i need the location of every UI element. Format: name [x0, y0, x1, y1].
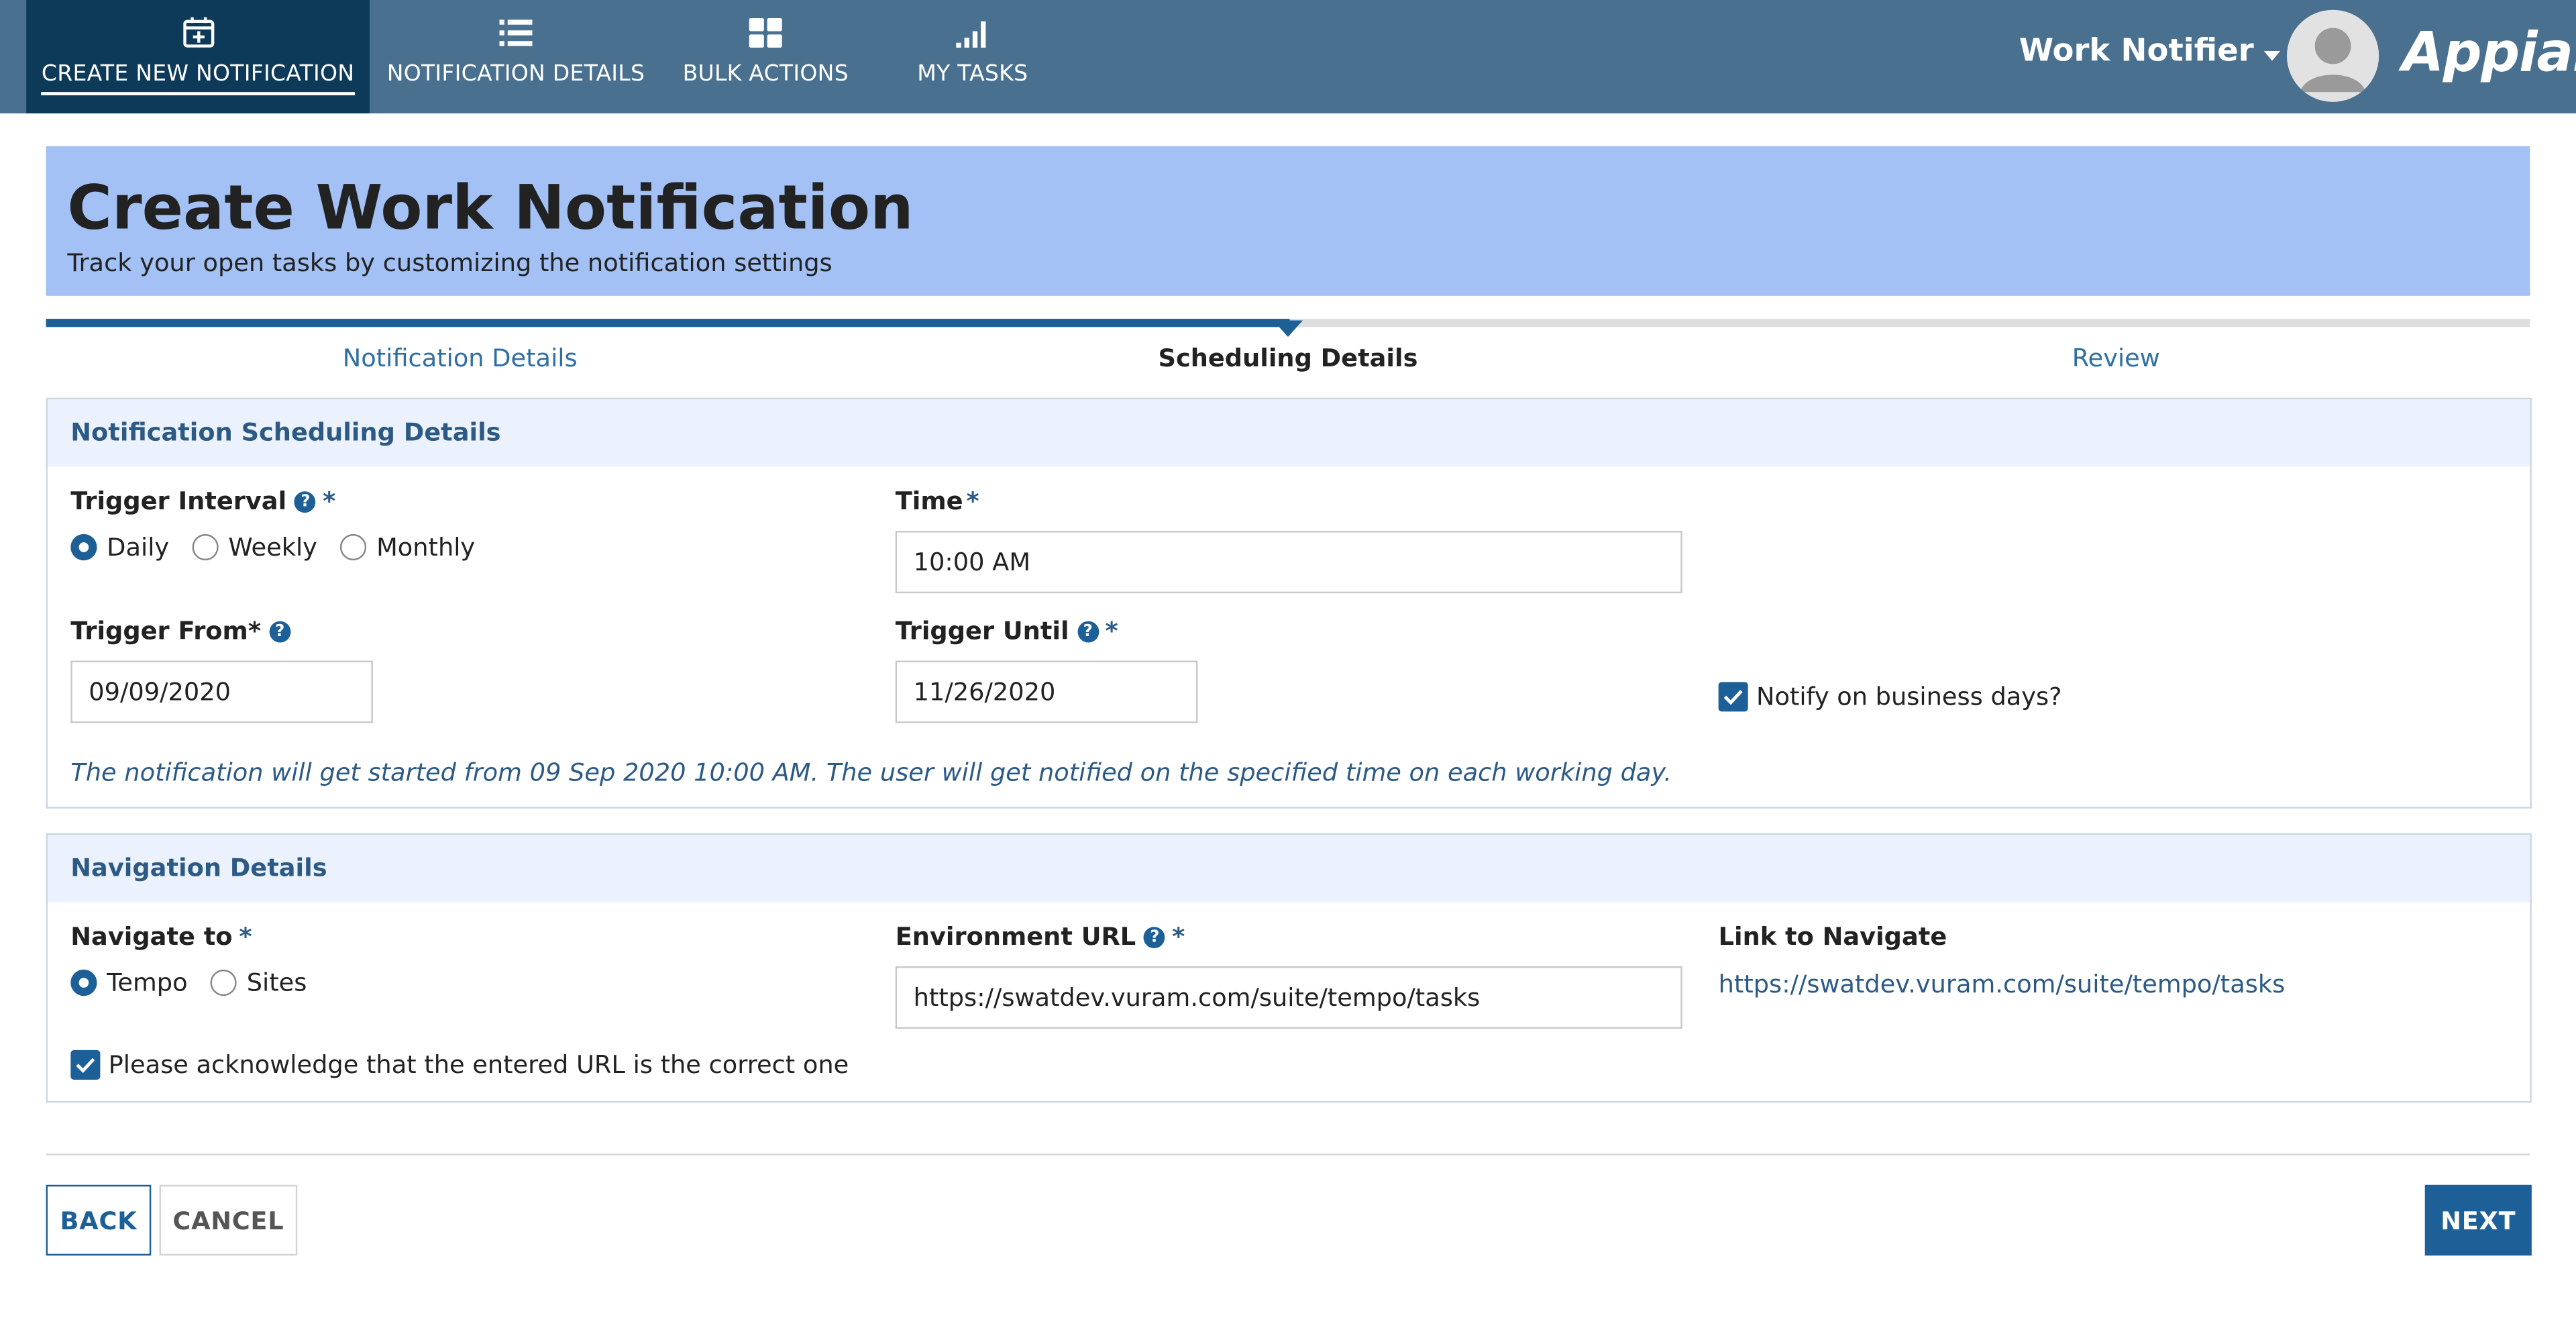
radio-button[interactable] [210, 969, 237, 996]
step-review[interactable]: Review [1702, 344, 2530, 373]
radio-daily[interactable]: Daily [70, 532, 169, 562]
avatar[interactable] [2287, 9, 2379, 102]
back-button[interactable]: BACK [46, 1184, 152, 1256]
label-text: Trigger Interval [70, 486, 287, 516]
appian-logo: Appian [2402, 19, 2576, 84]
navigation-section: Navigation Details Navigate to * Tempo S… [46, 833, 2532, 1103]
list-icon [498, 15, 534, 51]
radio-weekly[interactable]: Weekly [192, 532, 317, 562]
trigger-until-label: Trigger Until ? * [896, 616, 1118, 646]
label-text: Time [895, 486, 963, 516]
label-text: Trigger From* [70, 616, 262, 646]
tab-notification-details[interactable]: NOTIFICATION DETAILS [378, 0, 653, 113]
page-subtitle: Track your open tasks by customizing the… [67, 248, 833, 278]
schedule-info-message: The notification will get started from 0… [70, 757, 1672, 788]
checkmark-icon [76, 1058, 95, 1074]
tab-bulk-actions[interactable]: BULK ACTIONS [667, 0, 864, 113]
tab-label: MY TASKS [917, 60, 1028, 87]
footer-divider [46, 1154, 2530, 1156]
radio-label: Daily [107, 532, 170, 562]
trigger-interval-radio-group: Daily Weekly Monthly [70, 532, 498, 562]
business-days-checkbox[interactable]: Notify on business days? [1718, 682, 2062, 712]
label-text: Trigger Until [895, 616, 1069, 646]
help-icon[interactable]: ? [1144, 926, 1166, 948]
tab-label: NOTIFICATION DETAILS [386, 60, 645, 87]
environment-url-label: Environment URL ? * [896, 922, 1185, 952]
help-icon[interactable]: ? [294, 491, 317, 512]
current-step-marker [1273, 320, 1303, 338]
required-marker: * [239, 921, 252, 952]
help-icon[interactable]: ? [269, 620, 291, 642]
radio-button-selected[interactable] [70, 533, 97, 561]
trigger-interval-label: Trigger Interval ? * [70, 487, 335, 516]
acknowledge-url-checkbox[interactable]: Please acknowledge that the entered URL … [70, 1050, 849, 1080]
environment-url-input[interactable]: https://swatdev.vuram.com/suite/tempo/ta… [895, 966, 1682, 1029]
section-title: Navigation Details [48, 835, 2530, 903]
app-switcher-dropdown[interactable]: Work Notifier [2019, 33, 2280, 69]
required-marker: * [1105, 616, 1118, 646]
label-text: Navigate to [70, 921, 233, 952]
required-marker: * [323, 486, 336, 516]
radio-label: Tempo [107, 968, 188, 998]
required-marker: * [1172, 921, 1185, 952]
signal-bars-icon [955, 15, 991, 51]
page-header: Create Work Notification Track your open… [46, 146, 2530, 296]
trigger-from-label: Trigger From* ? [70, 616, 291, 646]
wizard-progress-fill [46, 319, 1290, 327]
navigate-to-label: Navigate to * [70, 922, 252, 952]
tab-my-tasks[interactable]: MY TASKS [887, 0, 1058, 113]
navigate-to-radio-group: Tempo Sites [70, 968, 329, 998]
radio-button-selected[interactable] [70, 969, 97, 996]
link-to-navigate-label: Link to Navigate [1718, 921, 1947, 952]
label-text: Environment URL [895, 921, 1136, 952]
radio-button[interactable] [340, 533, 367, 561]
radio-tempo[interactable]: Tempo [70, 968, 188, 998]
grid-icon [747, 15, 784, 51]
checkbox-checked[interactable] [1718, 682, 1748, 712]
caret-down-icon [2263, 33, 2280, 69]
radio-sites[interactable]: Sites [210, 968, 307, 998]
time-label: Time * [896, 487, 979, 516]
top-nav-bar: CREATE NEW NOTIFICATION NOTIFICATION DET… [0, 0, 2576, 113]
step-notification-details[interactable]: Notification Details [46, 344, 874, 373]
radio-label: Monthly [376, 532, 476, 562]
radio-monthly[interactable]: Monthly [340, 532, 475, 562]
radio-button[interactable] [192, 533, 219, 561]
checkbox-checked[interactable] [70, 1050, 101, 1080]
app-root: CREATE NEW NOTIFICATION NOTIFICATION DET… [0, 0, 2576, 1329]
trigger-until-date-input[interactable]: 11/26/2020 [895, 660, 1198, 723]
step-scheduling-details: Scheduling Details [1158, 343, 1418, 373]
user-silhouette-icon [2287, 9, 2379, 102]
radio-label: Sites [246, 968, 307, 998]
required-marker: * [966, 486, 979, 516]
app-name: Work Notifier [2019, 32, 2254, 69]
next-button[interactable]: NEXT [2424, 1184, 2532, 1256]
tab-label: CREATE NEW NOTIFICATION [41, 61, 355, 96]
tab-label: BULK ACTIONS [682, 60, 849, 87]
page-title: Create Work Notification [67, 172, 914, 244]
checkbox-label: Notify on business days? [1756, 682, 2062, 712]
checkmark-icon [1723, 690, 1743, 705]
cancel-button[interactable]: CANCEL [159, 1184, 298, 1256]
calendar-plus-icon [180, 15, 216, 51]
time-input[interactable]: 10:00 AM [895, 531, 1682, 594]
navigate-link[interactable]: https://swatdev.vuram.com/suite/tempo/ta… [1719, 970, 2286, 999]
scheduling-section: Notification Scheduling Details Trigger … [46, 397, 2532, 809]
tab-create-new-notification[interactable]: CREATE NEW NOTIFICATION [26, 0, 370, 113]
checkbox-label: Please acknowledge that the entered URL … [108, 1050, 849, 1080]
trigger-from-date-input[interactable]: 09/09/2020 [70, 660, 373, 723]
radio-label: Weekly [228, 532, 317, 562]
section-title: Notification Scheduling Details [48, 399, 2530, 467]
help-icon[interactable]: ? [1077, 620, 1099, 642]
